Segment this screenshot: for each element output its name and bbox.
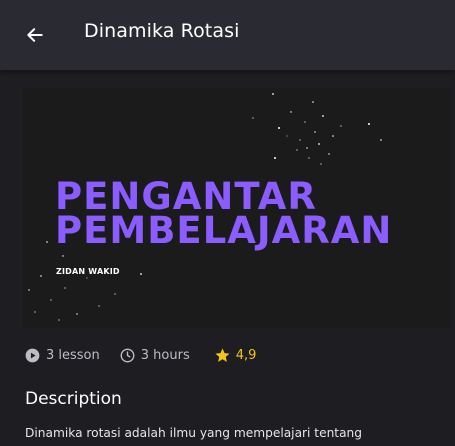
course-rating-text: 4,9 [235,347,257,363]
course-duration-text: 3 hours [140,347,190,363]
course-meta: 3 lesson 3 hours 4,9 [25,344,256,366]
clock-icon [120,348,135,362]
lesson-count-text: 3 lesson [46,347,100,363]
app-bar: Dinamika Rotasi [0,0,455,70]
thumbnail-author: ZIDAN WAKID [56,267,120,276]
star-icon [215,347,230,362]
page-title: Dinamika Rotasi [84,20,240,42]
play-circle-icon [25,348,40,362]
course-detail-screen: Dinamika Rotasi PENGANTAR PEMBELAJARAN Z… [0,0,455,446]
description-text: Dinamika rotasi adalah ilmu yang mempela… [25,426,363,440]
course-rating: 4,9 [214,347,257,364]
back-button[interactable] [20,20,50,50]
lesson-count: 3 lesson [25,348,100,363]
description-heading: Description [25,389,122,409]
arrow-left-icon [27,28,43,42]
thumbnail-title: PENGANTAR PEMBELAJARAN [55,178,393,252]
course-thumbnail: PENGANTAR PEMBELAJARAN ZIDAN WAKID [23,88,451,328]
course-duration: 3 hours [120,348,190,363]
thumbnail-title-line-2: PEMBELAJARAN [55,209,393,252]
